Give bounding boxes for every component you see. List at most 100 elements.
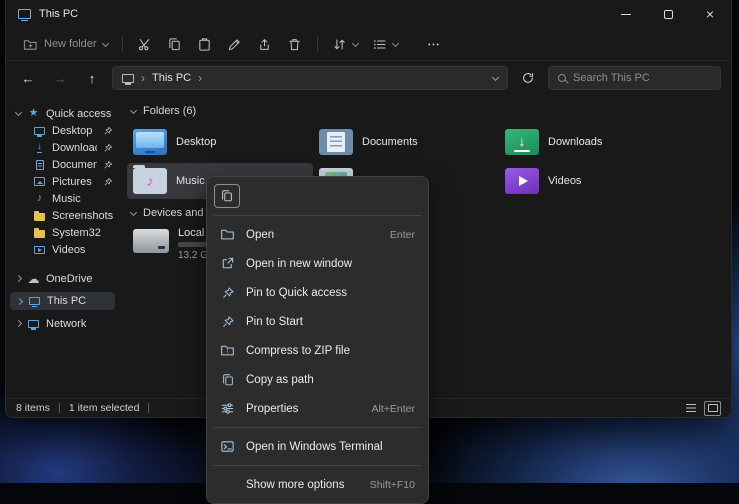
network-icon [27,317,40,330]
computer-icon [28,295,41,308]
address-bar[interactable]: › This PC › [112,66,508,90]
sidebar-item-label: System32 [52,227,101,239]
chevron-down-icon [352,39,359,46]
maximize-button[interactable] [647,0,689,28]
thumbnail-view-button[interactable] [704,401,721,416]
menu-item-label: Compress to ZIP file [246,345,350,357]
video-icon [33,243,46,256]
monitor-icon [33,124,46,137]
menu-item-label: Open in Windows Terminal [246,441,383,453]
sort-button[interactable] [325,33,365,56]
zip-icon [220,343,235,358]
refresh-button[interactable] [516,66,540,90]
context-menu-item-copy-as-path[interactable]: Copy as path [211,365,424,394]
menu-divider [213,465,422,466]
window-title: This PC [39,8,78,20]
view-switcher [682,401,721,416]
context-menu-item-open[interactable]: Open Enter [211,220,424,249]
share-button[interactable] [250,31,280,57]
sidebar-item-screenshots[interactable]: Screenshots [6,207,119,224]
close-button[interactable]: × [689,0,731,28]
rename-icon [227,37,242,52]
up-button[interactable]: ↑ [80,66,104,90]
context-menu-item-properties[interactable]: Properties Alt+Enter [211,394,424,423]
more-options-button[interactable] [419,31,449,57]
sidebar-item-label: Quick access [46,108,111,120]
search-box[interactable] [548,66,721,90]
videos-folder-icon [505,168,539,194]
menu-item-shortcut: Enter [390,229,415,241]
sidebar-item-label: Network [46,318,86,330]
context-menu-item-open-in-windows-terminal[interactable]: Open in Windows Terminal [211,432,424,461]
pin-icon [103,160,113,170]
new-folder-button[interactable]: New folder [16,33,115,56]
sidebar-item-videos[interactable]: Videos [6,241,119,258]
chevron-right-icon: › [198,71,202,85]
sidebar-item-onedrive[interactable]: ☁ OneDrive [6,270,119,287]
computer-icon [122,74,134,83]
address-dropdown-icon[interactable] [492,73,499,80]
sidebar-item-documents[interactable]: Documents [6,156,119,173]
context-menu-item-open-in-new-window[interactable]: Open in new window [211,249,424,278]
sidebar-item-this-pc[interactable]: This PC [10,292,115,310]
copy-icon [220,189,234,203]
context-menu-item-pin-to-start[interactable]: Pin to Start [211,307,424,336]
paste-icon [197,37,212,52]
sidebar-item-system32[interactable]: System32 [6,224,119,241]
menu-item-label: Open [246,229,274,241]
sidebar-item-desktop[interactable]: Desktop [6,122,119,139]
menu-item-label: Properties [246,403,298,415]
rename-button[interactable] [220,31,250,57]
sidebar-item-label: Desktop [52,125,92,137]
breadcrumb[interactable]: This PC [152,72,191,84]
folder-tile-label: Videos [548,175,581,187]
close-icon: × [706,7,714,21]
context-menu-item-pin-to-quick-access[interactable]: Pin to Quick access [211,278,424,307]
sidebar-item-label: Documents [52,159,97,171]
more-options-icon [426,37,441,52]
view-options-button[interactable] [365,33,405,56]
chevron-down-icon [130,106,137,113]
cut-button[interactable] [130,31,160,57]
copy-path-icon [220,372,235,387]
folders-section-header[interactable]: Folders (6) [127,105,731,117]
folder-tile-downloads[interactable]: Downloads [499,124,685,160]
forward-button[interactable]: → [48,66,72,90]
status-divider [59,403,60,413]
search-icon [558,74,566,82]
sort-icon [332,37,347,52]
sidebar-item-pictures[interactable]: Pictures [6,173,119,190]
sidebar-item-downloads[interactable]: ↓ Downloads [6,139,119,156]
context-menu-item-show-more-options[interactable]: Show more options Shift+F10 [211,470,424,499]
hard-drive-icon [133,229,169,253]
search-input[interactable] [573,72,711,84]
folder-tile-desktop[interactable]: Desktop [127,124,313,160]
minimize-button[interactable] [605,0,647,28]
back-button[interactable]: ← [16,66,40,90]
window-controls: × [605,0,731,28]
document-icon [33,158,46,171]
folder-icon [33,209,46,222]
folder-tile-label: Documents [362,136,418,148]
menu-divider [213,427,422,428]
context-menu-item-compress-to-zip[interactable]: Compress to ZIP file [211,336,424,365]
paste-button[interactable] [190,31,220,57]
delete-button[interactable] [280,31,310,57]
command-bar: New folder [6,28,731,61]
folder-tile-videos[interactable]: Videos [499,163,685,199]
folder-tile-documents[interactable]: Documents [313,124,499,160]
sidebar-item-quick-access[interactable]: ★ Quick access [6,105,119,122]
sidebar-item-label: OneDrive [46,273,92,285]
menu-item-label: Pin to Quick access [246,287,347,299]
refresh-icon [521,71,535,85]
music-folder-icon [133,168,167,194]
folders-section-title: Folders (6) [143,105,196,117]
sidebar-item-network[interactable]: Network [6,315,119,332]
menu-item-label: Open in new window [246,258,352,270]
chevron-down-icon [15,109,22,116]
details-view-button[interactable] [682,401,699,416]
copy-button[interactable] [214,184,240,208]
toolbar-divider [317,36,318,52]
copy-button[interactable] [160,31,190,57]
sidebar-item-music[interactable]: ♪ Music [6,190,119,207]
